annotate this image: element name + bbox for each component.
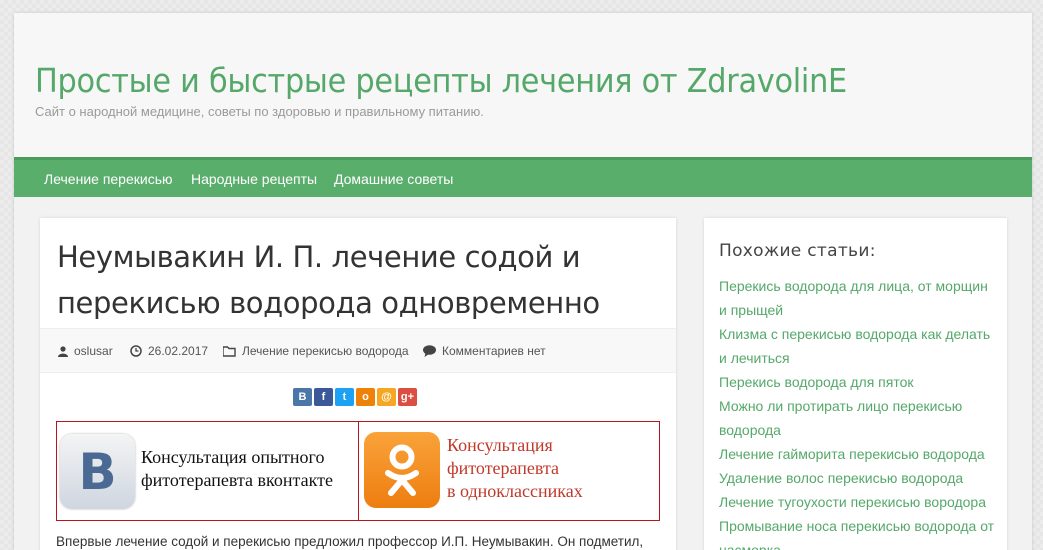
site-description: Сайт о народной медицине, советы по здор…: [35, 104, 484, 119]
related-link[interactable]: Перекись водорода для пяток: [719, 370, 999, 394]
nav-item-folk-recipes[interactable]: Народные рецепты: [191, 171, 317, 187]
page-wrapper: Простые и быстрые рецепты лечения от Zdr…: [14, 13, 1032, 550]
post-content: Неумывакин И. П. лечение содой и перекис…: [40, 218, 676, 550]
post-title: Неумывакин И. П. лечение содой и перекис…: [57, 240, 600, 320]
vk-consult-link[interactable]: B Консультация опытного фитотерапевта вк…: [57, 422, 359, 520]
vk-logo-icon: B: [60, 434, 135, 509]
related-link[interactable]: Можно ли протирать лицо перекисью водоро…: [719, 394, 999, 442]
author-name: oslusar: [74, 344, 113, 358]
main-nav: Лечение перекисью Народные рецепты Домаш…: [14, 157, 1032, 197]
ok-consult-link[interactable]: Консультация фитотерапевта в одноклассни…: [359, 422, 659, 520]
facebook-share-button[interactable]: f: [314, 388, 333, 406]
related-link[interactable]: Клизма с перекисью водорода как делать и…: [719, 322, 999, 370]
ok-consult-line-3: в одноклассниках: [447, 481, 583, 501]
odnoklassniki-share-button[interactable]: о: [356, 388, 375, 406]
mail-share-button[interactable]: @: [377, 388, 396, 406]
user-icon: [58, 345, 68, 357]
sidebar-related: Похожие статьи: Перекись водорода для ли…: [704, 218, 1007, 550]
date-text: 26.02.2017: [148, 344, 209, 358]
post-category[interactable]: Лечение перекисью водорода: [223, 344, 409, 358]
comments-text: Комментариев нет: [442, 344, 546, 358]
related-link[interactable]: Лечение тугоухости перекисью вородора: [719, 490, 999, 514]
post-comments[interactable]: Комментариев нет: [423, 344, 546, 358]
post-meta: oslusar 26.02.2017 Лечение перекисью вод…: [40, 328, 676, 373]
twitter-share-button[interactable]: t: [335, 388, 354, 406]
nav-item-peroxide[interactable]: Лечение перекисью: [44, 171, 173, 187]
comment-icon: [423, 345, 436, 357]
related-list: Перекись водорода для лица, от морщин и …: [719, 274, 999, 550]
category-text: Лечение перекисью водорода: [242, 344, 409, 358]
post-author[interactable]: oslusar: [58, 344, 113, 358]
odnoklassniki-logo-icon: [364, 432, 440, 508]
related-link[interactable]: Лечение гайморита перекисью водорода: [719, 442, 999, 466]
related-link[interactable]: Промывание носа перекисью водорода от на…: [719, 514, 999, 550]
vk-consult-text: Консультация опытного фитотерапевта вкон…: [141, 447, 333, 490]
related-link[interactable]: Удаление волос перекисью водорода: [719, 466, 999, 490]
ok-consult-line-2: фитотерапевта: [447, 458, 560, 478]
folder-icon: [223, 345, 236, 357]
site-title[interactable]: Простые и быстрые рецепты лечения от Zdr…: [35, 61, 847, 100]
consultation-banner: B Консультация опытного фитотерапевта вк…: [56, 421, 660, 521]
sidebar-title: Похожие статьи:: [719, 241, 876, 261]
related-link[interactable]: Перекись водорода для лица, от морщин и …: [719, 274, 999, 322]
nav-item-home-tips[interactable]: Домашние советы: [334, 171, 453, 187]
site-header: Простые и быстрые рецепты лечения от Zdr…: [14, 13, 1032, 157]
clock-icon: [130, 345, 142, 357]
post-intro: Впервые лечение содой и перекисью предло…: [56, 534, 644, 549]
vk-share-button[interactable]: В: [293, 388, 312, 406]
post-date: 26.02.2017: [130, 344, 208, 358]
ok-consult-text: Консультация фитотерапевта в одноклассни…: [447, 434, 583, 503]
google-plus-share-button[interactable]: g+: [398, 388, 417, 406]
share-buttons: В f t о @ g+: [293, 388, 417, 406]
ok-consult-line-1: Консультация: [447, 435, 553, 455]
